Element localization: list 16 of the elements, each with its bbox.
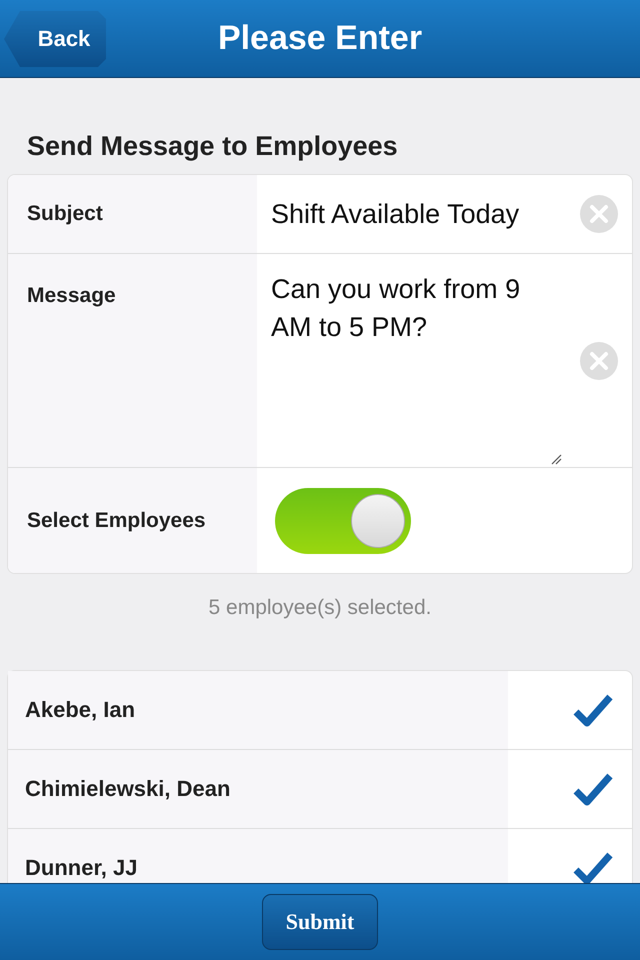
clear-icon[interactable]: [580, 342, 618, 380]
subject-field[interactable]: Shift Available Today: [271, 198, 520, 230]
back-button[interactable]: Back: [4, 11, 106, 67]
section-heading: Send Message to Employees: [27, 130, 399, 163]
clear-icon[interactable]: [580, 195, 618, 233]
employee-name: Akebe, Ian: [25, 697, 136, 723]
page-title: Please Enter: [218, 19, 422, 58]
field-label: Message: [27, 284, 116, 308]
field-label: Subject: [27, 202, 103, 226]
submit-button[interactable]: Submit: [262, 894, 378, 950]
message-field[interactable]: Can you work from 9 AM to 5 PM?: [271, 270, 561, 346]
field-label: Select Employees: [27, 508, 206, 532]
employee-name: Dunner, JJ: [25, 855, 138, 881]
selection-summary: 5 employee(s) selected.: [208, 596, 432, 621]
employee-name: Chimielewski, Dean: [25, 776, 230, 802]
resize-grip-icon[interactable]: [550, 453, 562, 465]
